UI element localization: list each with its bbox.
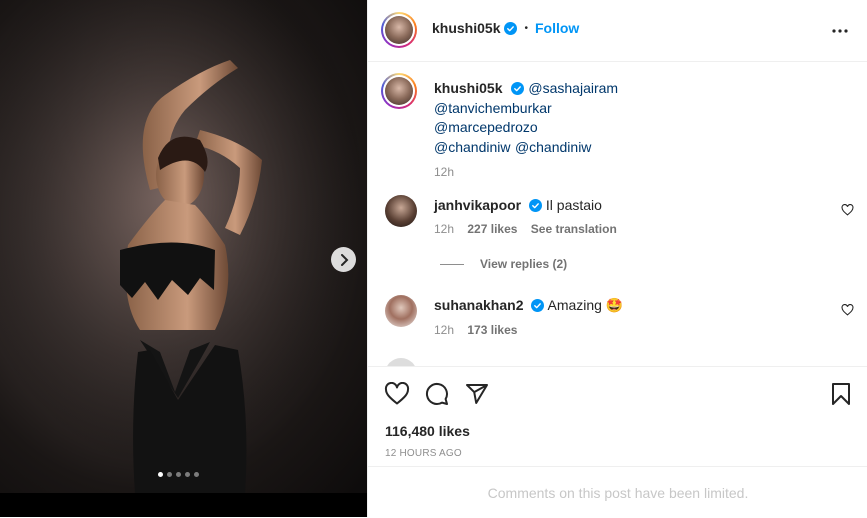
see-translation-link[interactable]: See translation bbox=[531, 222, 617, 236]
author-username[interactable]: khushi05k bbox=[432, 20, 500, 36]
carousel-dot bbox=[167, 472, 172, 477]
more-horizontal-icon[interactable] bbox=[831, 24, 849, 38]
header-separator: • bbox=[524, 22, 528, 34]
comment-time[interactable]: 12h bbox=[434, 323, 454, 337]
verified-badge-icon bbox=[529, 199, 543, 212]
chevron-right-icon bbox=[340, 253, 348, 266]
comment-likes[interactable]: 173 likes bbox=[467, 323, 517, 337]
carousel-dot-active bbox=[158, 472, 163, 477]
comment: janhvikapoor Il pastaio 12h 227 likes Se… bbox=[434, 197, 617, 236]
carousel-next-button[interactable] bbox=[331, 247, 356, 272]
commenter-avatar[interactable] bbox=[385, 195, 417, 227]
verified-badge-icon bbox=[531, 299, 545, 312]
next-comment-peek bbox=[385, 358, 417, 366]
action-bar bbox=[368, 366, 867, 405]
comment-username[interactable]: janhvikapoor bbox=[434, 197, 521, 213]
view-replies-button[interactable]: View replies (2) bbox=[440, 257, 567, 271]
post-photo bbox=[0, 0, 367, 493]
carousel-dot bbox=[185, 472, 190, 477]
comment-icon[interactable] bbox=[425, 382, 449, 406]
mention-link[interactable]: @chandiniw bbox=[515, 139, 591, 155]
verified-badge-icon bbox=[510, 82, 524, 95]
author-avatar[interactable] bbox=[381, 12, 417, 48]
share-icon[interactable] bbox=[465, 382, 489, 406]
mention-link[interactable]: @chandiniw bbox=[434, 139, 510, 155]
verified-badge-icon bbox=[504, 21, 518, 35]
comment-text: Il pastaio bbox=[545, 197, 602, 213]
comments-limited-notice: Comments on this post have been limited. bbox=[368, 466, 867, 518]
comment: suhanakhan2 Amazing 🤩 12h 173 likes bbox=[434, 297, 623, 337]
photo-illustration bbox=[0, 0, 367, 493]
caption-avatar[interactable] bbox=[381, 73, 417, 109]
comment-text: Amazing 🤩 bbox=[547, 297, 624, 313]
comment-username[interactable]: suhanakhan2 bbox=[434, 297, 523, 313]
carousel-dot bbox=[194, 472, 199, 477]
comment-likes[interactable]: 227 likes bbox=[467, 222, 517, 236]
caption-time[interactable]: 12h bbox=[434, 163, 618, 182]
view-replies-label: View replies (2) bbox=[480, 257, 568, 271]
comment-time[interactable]: 12h bbox=[434, 222, 454, 236]
mention-link[interactable]: @tanvichemburkar bbox=[434, 100, 552, 116]
comment-like-icon[interactable] bbox=[841, 304, 854, 316]
carousel-indicator bbox=[158, 472, 199, 477]
caption-username[interactable]: khushi05k bbox=[434, 80, 502, 96]
post-timestamp[interactable]: 12 HOURS AGO bbox=[385, 448, 462, 459]
mention-link[interactable]: @marcepedrozo bbox=[434, 119, 538, 135]
follow-button[interactable]: Follow bbox=[535, 20, 579, 36]
commenter-avatar[interactable] bbox=[385, 295, 417, 327]
comment-like-icon[interactable] bbox=[841, 204, 854, 216]
post-header: khushi05k • Follow bbox=[368, 0, 867, 62]
likes-count[interactable]: 116,480 likes bbox=[385, 423, 470, 439]
carousel-dot bbox=[176, 472, 181, 477]
post-details-panel: khushi05k • Follow khushi05k @sashajaira… bbox=[367, 0, 867, 517]
caption: khushi05k @sashajairam @tanvichemburkar … bbox=[434, 79, 618, 182]
mention-link[interactable]: @sashajairam bbox=[528, 80, 618, 96]
replies-divider bbox=[440, 263, 464, 265]
bookmark-icon[interactable] bbox=[831, 382, 851, 406]
heart-icon[interactable] bbox=[384, 382, 410, 406]
post-media bbox=[0, 0, 367, 517]
